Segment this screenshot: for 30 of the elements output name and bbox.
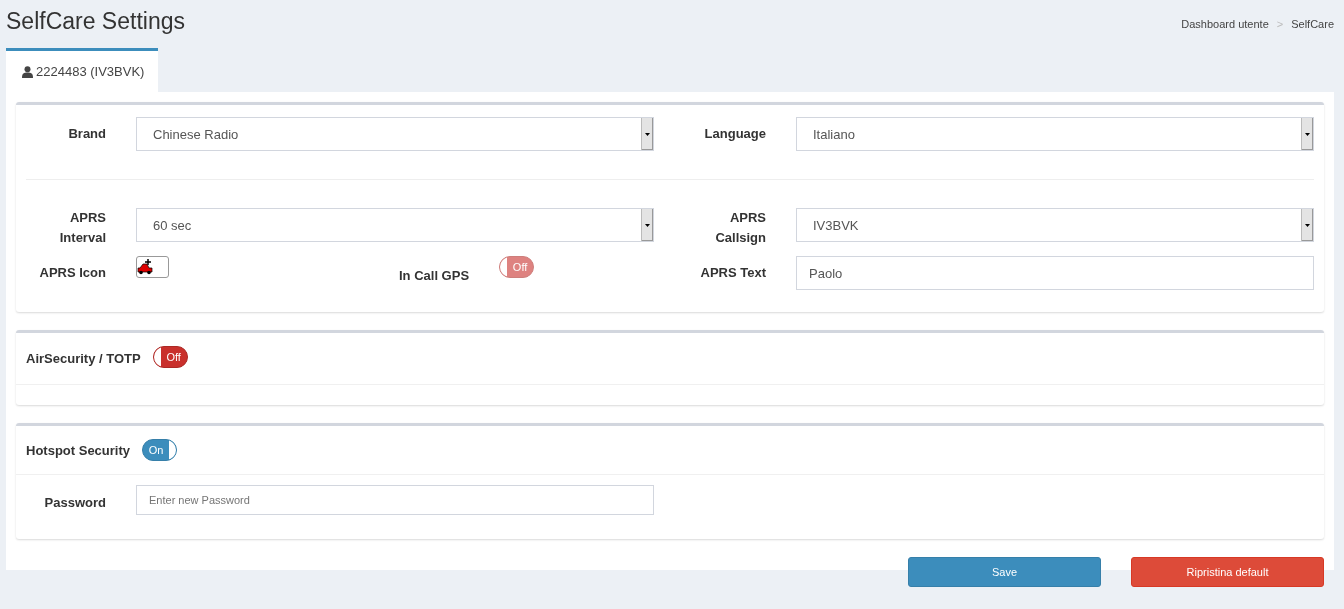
password-field[interactable]: Enter new Password: [136, 485, 654, 515]
panel-title: AirSecurity / TOTP: [26, 351, 141, 366]
toggle-switch[interactable]: On: [142, 439, 177, 461]
field-label: APRS Callsign: [714, 209, 766, 247]
field-label: APRS Text: [699, 264, 766, 282]
field-label: Password: [43, 494, 106, 512]
save-button[interactable]: Save: [908, 557, 1101, 587]
user-icon: [22, 65, 33, 78]
field-label: In Call GPS: [399, 267, 470, 285]
user-tab[interactable]: 2224483 (IV3BVK): [6, 48, 159, 92]
select-field[interactable]: 60 sec: [136, 208, 654, 242]
text-field[interactable]: Paolo: [796, 256, 1314, 290]
select-field[interactable]: IV3BVK: [796, 208, 1314, 242]
caret-icon: [1301, 118, 1313, 150]
field-label: APRS Icon: [38, 264, 106, 282]
caret-icon: [641, 118, 653, 150]
caret-icon: [1301, 209, 1313, 241]
select-field[interactable]: Italiano: [796, 117, 1314, 151]
icon-picker-button[interactable]: [136, 256, 169, 278]
reset-button[interactable]: Ripristina default: [1131, 557, 1324, 587]
breadcrumb-link[interactable]: Dashboard utente: [1181, 18, 1269, 30]
select-field[interactable]: Chinese Radio: [136, 117, 654, 151]
field-label: APRS Interval: [58, 209, 106, 247]
panel-title: Hotspot Security: [26, 442, 130, 458]
field-label: Language: [703, 125, 766, 143]
field-label: Brand: [67, 125, 106, 143]
toggle-switch[interactable]: Off: [152, 346, 188, 368]
breadcrumb-separator: >: [1276, 18, 1284, 30]
caret-icon: [641, 209, 653, 241]
page-title: SelfCare Settings: [6, 8, 185, 35]
